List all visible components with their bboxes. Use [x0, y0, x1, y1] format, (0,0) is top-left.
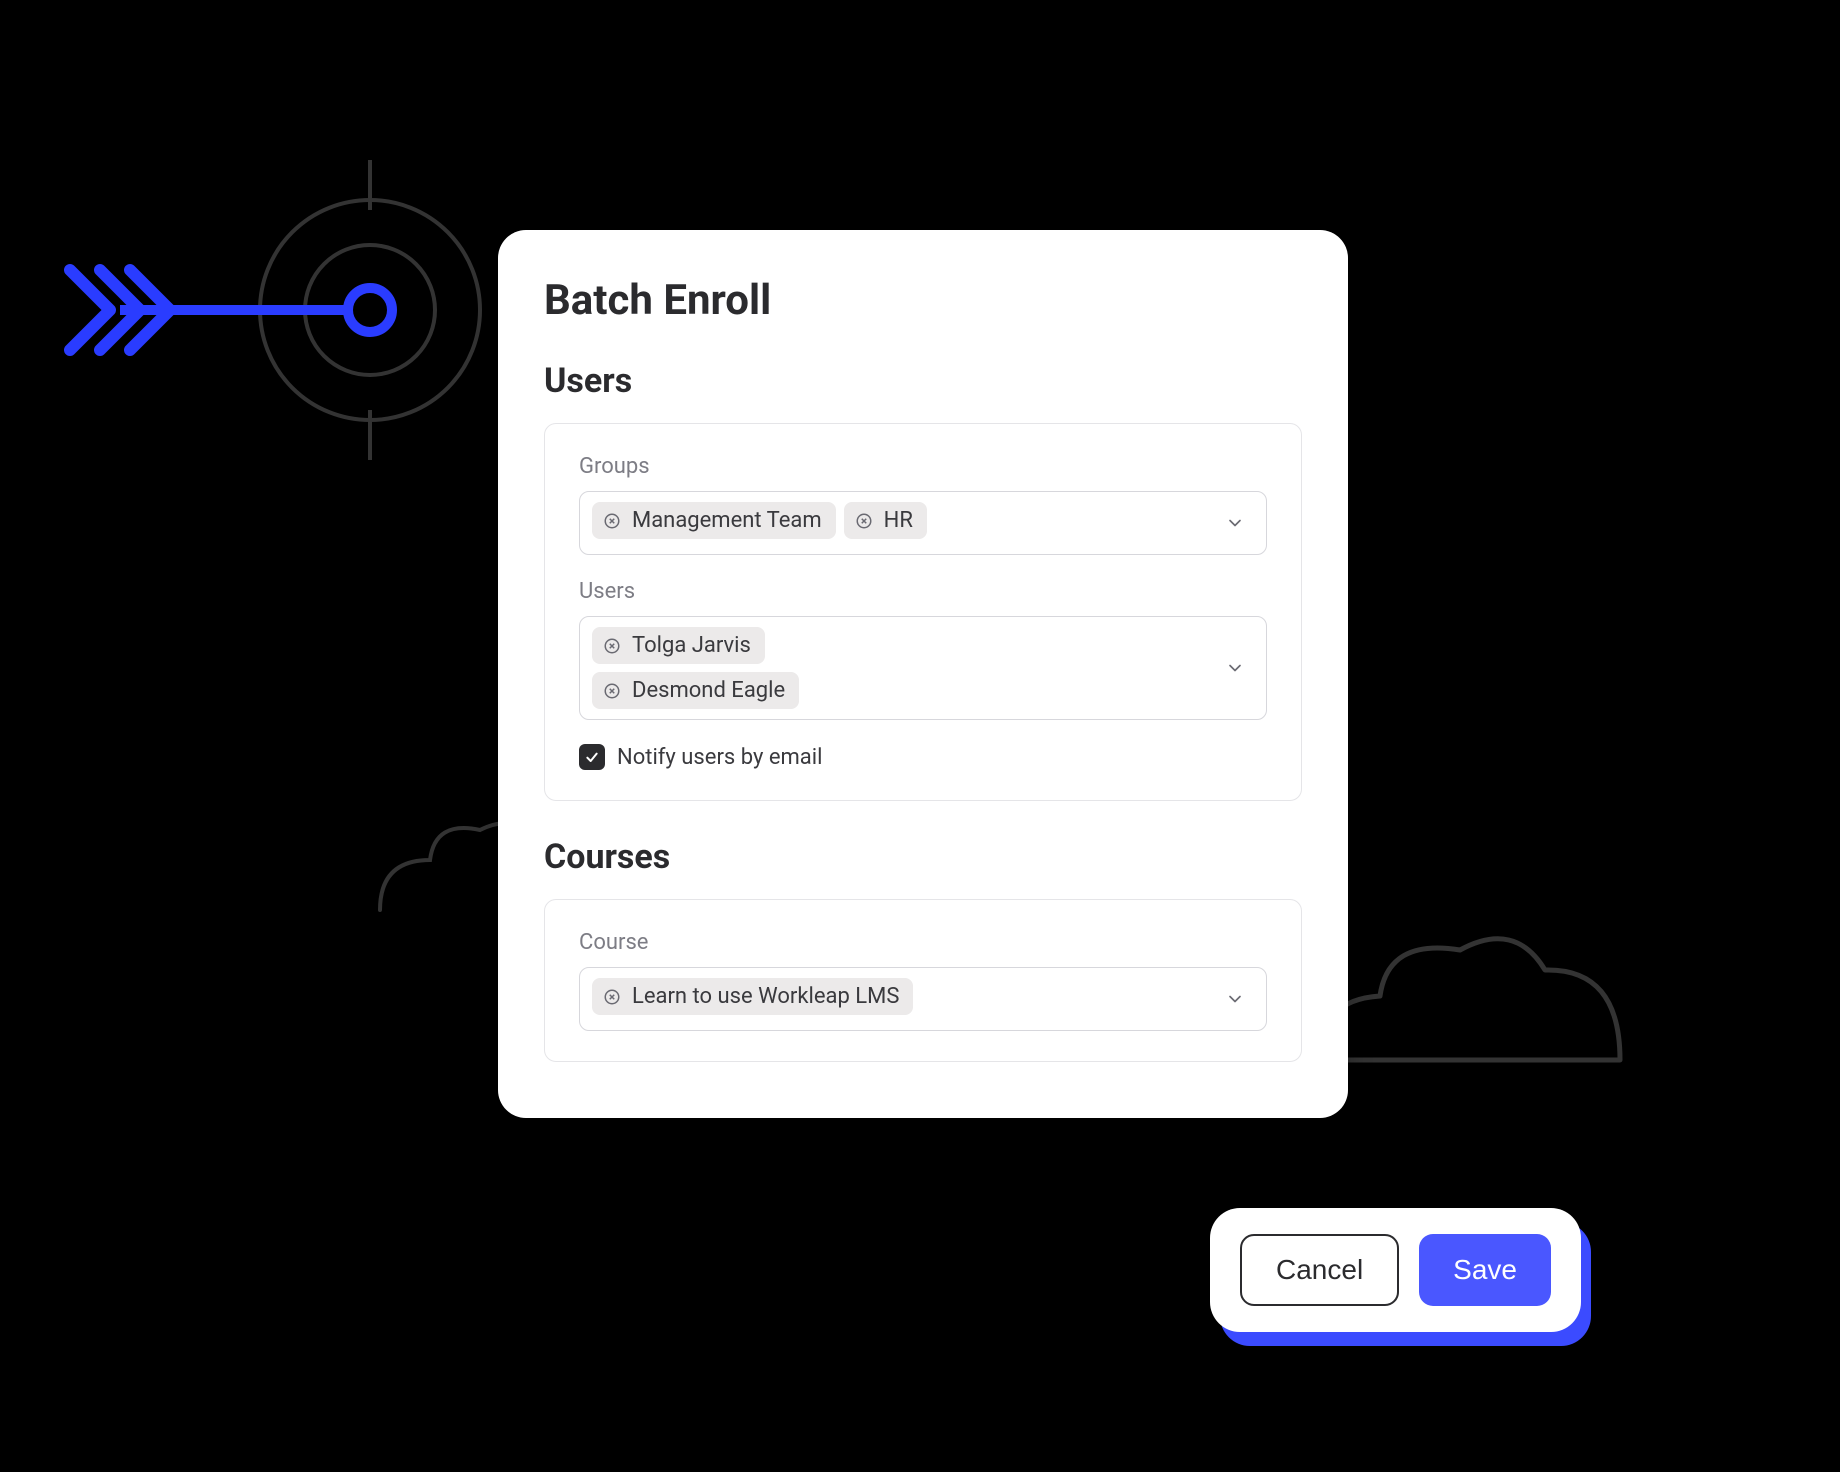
- user-tag: Desmond Eagle: [592, 672, 799, 709]
- chevron-down-icon[interactable]: [1224, 988, 1246, 1010]
- chevron-down-icon[interactable]: [1224, 512, 1246, 534]
- notify-checkbox-row: Notify users by email: [579, 744, 1267, 770]
- tag-label: Learn to use Workleap LMS: [632, 984, 899, 1009]
- remove-tag-icon[interactable]: [854, 511, 874, 531]
- target-arrow-decoration: [40, 150, 520, 510]
- remove-tag-icon[interactable]: [602, 681, 622, 701]
- remove-tag-icon[interactable]: [602, 511, 622, 531]
- users-field-label: Users: [579, 579, 1267, 604]
- remove-tag-icon[interactable]: [602, 636, 622, 656]
- tag-label: Management Team: [632, 508, 822, 533]
- tag-label: Tolga Jarvis: [632, 633, 751, 658]
- users-multiselect[interactable]: Tolga Jarvis Desmond Eagle: [579, 616, 1267, 720]
- modal-title: Batch Enroll: [544, 276, 1302, 325]
- courses-section-heading: Courses: [544, 837, 1302, 877]
- batch-enroll-modal: Batch Enroll Users Groups Management Tea…: [498, 230, 1348, 1118]
- courses-section-box: Course Learn to use Workleap LMS: [544, 899, 1302, 1062]
- groups-field-label: Groups: [579, 454, 1267, 479]
- users-section-heading: Users: [544, 361, 1302, 401]
- chevron-down-icon[interactable]: [1224, 657, 1246, 679]
- remove-tag-icon[interactable]: [602, 987, 622, 1007]
- notify-checkbox-label: Notify users by email: [617, 745, 822, 770]
- group-tag: HR: [844, 502, 927, 539]
- course-tag: Learn to use Workleap LMS: [592, 978, 913, 1015]
- action-bar: Cancel Save: [1210, 1208, 1581, 1332]
- users-section-box: Groups Management Team HR Users: [544, 423, 1302, 801]
- tag-label: HR: [884, 508, 913, 533]
- group-tag: Management Team: [592, 502, 836, 539]
- tag-label: Desmond Eagle: [632, 678, 785, 703]
- groups-multiselect[interactable]: Management Team HR: [579, 491, 1267, 555]
- cloud-decoration-right: [1310, 910, 1630, 1070]
- save-button[interactable]: Save: [1419, 1234, 1551, 1306]
- cancel-button[interactable]: Cancel: [1240, 1234, 1399, 1306]
- course-field-label: Course: [579, 930, 1267, 955]
- course-multiselect[interactable]: Learn to use Workleap LMS: [579, 967, 1267, 1031]
- notify-checkbox[interactable]: [579, 744, 605, 770]
- user-tag: Tolga Jarvis: [592, 627, 765, 664]
